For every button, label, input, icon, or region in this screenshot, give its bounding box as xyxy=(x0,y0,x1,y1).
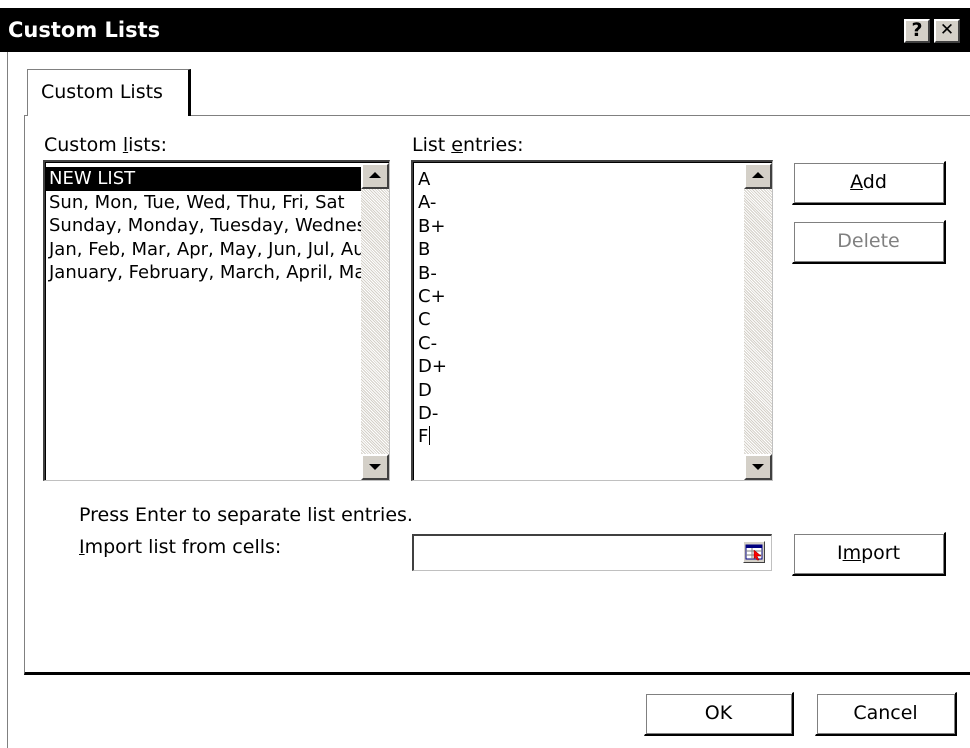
list-entries-scroll-up-button[interactable] xyxy=(744,163,772,189)
tab-custom-lists[interactable]: Custom Lists xyxy=(27,69,191,116)
scroll-up-icon xyxy=(752,172,764,178)
dialog-left-edge xyxy=(0,52,8,748)
list-entry-text: B+ xyxy=(418,215,446,237)
list-entry-text: A xyxy=(418,169,431,190)
list-entry-text: D- xyxy=(418,402,439,424)
list-item[interactable]: Sunday, Monday, Tuesday, Wednesday, Thur… xyxy=(46,214,361,238)
list-entry-line: C xyxy=(414,308,447,331)
list-entry-line: F xyxy=(414,425,447,448)
list-entry-line: D xyxy=(414,379,447,402)
list-entry-text: C+ xyxy=(418,285,446,307)
scroll-up-icon xyxy=(369,172,381,178)
list-entry-text: C- xyxy=(418,332,438,354)
list-entries-content: A A- B+ B B- C+ C C- D+ D D- F xyxy=(414,168,447,449)
close-icon[interactable]: ✕ xyxy=(934,19,960,43)
list-entries-textarea[interactable]: A A- B+ B B- C+ C C- D+ D D- F xyxy=(411,160,773,481)
list-item[interactable]: Sun, Mon, Tue, Wed, Thu, Fri, Sat xyxy=(46,191,361,215)
scroll-down-icon xyxy=(752,464,764,470)
list-entry-text: D xyxy=(418,379,432,401)
range-selector-icon xyxy=(745,544,763,561)
import-cells-label: Import list from cells: xyxy=(79,536,282,558)
list-entry-line: B- xyxy=(414,262,447,285)
tab-custom-lists-label: Custom Lists xyxy=(41,81,163,103)
list-entries-label: List entries: xyxy=(412,134,524,156)
list-entry-line: C- xyxy=(414,332,447,355)
list-entry-line: C+ xyxy=(414,285,447,308)
scroll-down-icon xyxy=(369,464,381,470)
text-caret xyxy=(429,426,431,446)
top-strip xyxy=(0,0,970,8)
list-entry-text: C xyxy=(418,309,431,331)
list-entry-text: B- xyxy=(418,262,437,284)
custom-lists-items: NEW LIST Sun, Mon, Tue, Wed, Thu, Fri, Sa… xyxy=(46,167,361,285)
list-entries-scroll-down-button[interactable] xyxy=(744,454,772,480)
list-entry-line: D- xyxy=(414,402,447,425)
window-title: Custom Lists xyxy=(8,18,161,42)
delete-button[interactable]: Delete xyxy=(792,220,946,264)
list-item[interactable]: January, February, March, April, May, Ju… xyxy=(46,261,361,285)
custom-lists-scrollbar[interactable] xyxy=(361,163,389,480)
cancel-button[interactable]: Cancel xyxy=(815,692,957,736)
list-entry-text: B xyxy=(418,239,431,261)
ok-button[interactable]: OK xyxy=(644,692,794,736)
collapse-dialog-button[interactable] xyxy=(743,541,765,563)
list-entry-text: F xyxy=(418,426,429,448)
list-entry-line: A- xyxy=(414,191,447,214)
list-entry-line: B+ xyxy=(414,215,447,238)
list-entry-line: A xyxy=(414,168,447,191)
list-item[interactable]: Jan, Feb, Mar, Apr, May, Jun, Jul, Aug, … xyxy=(46,238,361,262)
custom-lists-listbox[interactable]: NEW LIST Sun, Mon, Tue, Wed, Thu, Fri, Sa… xyxy=(43,160,390,481)
list-entry-line: B xyxy=(414,238,447,261)
list-entry-text: A- xyxy=(418,192,437,214)
separator-hint: Press Enter to separate list entries. xyxy=(79,504,413,526)
title-bar[interactable]: Custom Lists ? ✕ xyxy=(0,8,970,52)
import-cells-field[interactable] xyxy=(412,534,772,571)
list-entry-line: D+ xyxy=(414,355,447,378)
custom-lists-scroll-down-button[interactable] xyxy=(361,454,389,480)
custom-lists-label: Custom lists: xyxy=(44,134,168,156)
help-icon[interactable]: ? xyxy=(904,19,930,43)
import-button[interactable]: Import xyxy=(792,532,946,576)
add-button[interactable]: Add xyxy=(792,161,946,205)
list-item[interactable]: NEW LIST xyxy=(46,167,361,191)
list-entry-text: D+ xyxy=(418,356,447,378)
custom-lists-scroll-up-button[interactable] xyxy=(361,163,389,189)
list-entries-scrollbar[interactable] xyxy=(744,163,772,480)
